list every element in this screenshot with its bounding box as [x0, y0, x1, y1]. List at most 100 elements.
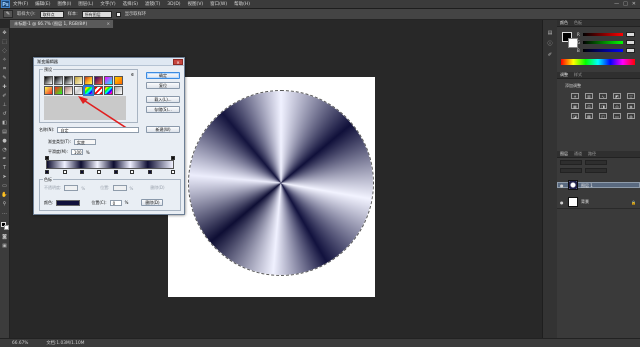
magic-wand-icon[interactable]: ✧ [1, 57, 8, 63]
tab-color[interactable]: 颜色 [560, 20, 568, 26]
document-tab[interactable]: 未标题-1 @ 66.7% (图层 1, RGB/8#) × [10, 20, 114, 28]
show-ring-checkbox[interactable] [115, 11, 121, 17]
close-icon[interactable]: ✕ [173, 59, 183, 65]
preset-swatch[interactable] [74, 76, 83, 85]
reset-button[interactable]: 复位 [146, 82, 180, 89]
vibrance-icon[interactable]: ▽ [627, 93, 635, 99]
eraser-tool-icon[interactable]: ◧ [1, 120, 8, 126]
color-delete-button[interactable]: 删除(D) [141, 199, 164, 206]
crop-tool-icon[interactable]: ⌗ [1, 66, 8, 72]
blur-tool-icon[interactable]: ● [1, 138, 8, 144]
green-slider[interactable] [583, 41, 623, 44]
posterize-icon[interactable]: ▩ [585, 113, 593, 119]
healing-brush-icon[interactable]: ✚ [1, 84, 8, 90]
color-spectrum[interactable] [561, 59, 635, 65]
gradient-preview-bar[interactable] [46, 160, 174, 169]
name-input[interactable]: 自定 [57, 127, 140, 133]
zoom-level[interactable]: 66.67% [12, 341, 28, 346]
invert-icon[interactable]: ◪ [571, 113, 579, 119]
menu-image[interactable]: 图像(I) [57, 1, 71, 7]
type-tool-icon[interactable]: T [1, 165, 8, 171]
color-stop[interactable] [114, 170, 118, 174]
menu-window[interactable]: 窗口(W) [210, 1, 227, 7]
tab-paths[interactable]: 路径 [588, 151, 596, 157]
opacity-field[interactable] [585, 167, 607, 173]
stamp-tool-icon[interactable]: ⊥ [1, 102, 8, 108]
black-white-icon[interactable]: ◨ [599, 103, 607, 109]
tab-channels[interactable]: 通道 [574, 151, 582, 157]
lock-options[interactable] [560, 167, 582, 173]
blend-mode-select[interactable] [585, 159, 607, 165]
brush-tool-icon[interactable]: ✐ [1, 93, 8, 99]
exposure-icon[interactable]: ◩ [613, 93, 621, 99]
brightness-icon[interactable]: ☀ [571, 93, 579, 99]
load-button[interactable]: 载入(L)... [146, 96, 180, 103]
menu-type[interactable]: 文字(Y) [100, 1, 115, 7]
path-select-icon[interactable]: ➤ [1, 174, 8, 180]
color-stop[interactable] [171, 170, 175, 174]
preset-swatch[interactable] [84, 76, 93, 85]
new-button[interactable]: 新建(W) [146, 126, 180, 133]
quick-mask-icon[interactable]: ◙ [1, 234, 8, 240]
preset-swatch[interactable] [94, 76, 103, 85]
tab-styles[interactable]: 样式 [574, 72, 582, 78]
menu-edit[interactable]: 编辑(E) [35, 1, 50, 7]
color-stop[interactable] [130, 170, 134, 174]
smoothness-input[interactable]: 100 [70, 149, 83, 155]
blue-value-field[interactable] [626, 48, 635, 53]
brush-panel-icon[interactable]: ✐ [546, 52, 554, 59]
menu-layer[interactable]: 图层(L) [78, 1, 93, 7]
curves-icon[interactable]: ∿ [599, 93, 607, 99]
tab-adjustments[interactable]: 调整 [560, 72, 568, 78]
visibility-icon[interactable]: ● [560, 183, 565, 188]
eyedropper-tool-icon[interactable]: ✎ [3, 10, 13, 18]
gradient-tool-icon[interactable]: ▤ [1, 129, 8, 135]
dodge-tool-icon[interactable]: ◔ [1, 147, 8, 153]
menu-file[interactable]: 文件(F) [13, 1, 28, 7]
menu-view[interactable]: 视图(V) [188, 1, 204, 7]
color-stop[interactable] [63, 170, 67, 174]
preset-swatch[interactable] [54, 76, 63, 85]
layer-name[interactable]: 背景 [581, 199, 589, 205]
menu-filter[interactable]: 滤镜(T) [145, 1, 160, 7]
marquee-tool-icon[interactable]: ⬚ [1, 39, 8, 45]
preset-swatch[interactable] [64, 76, 73, 85]
save-button[interactable]: 存储(S)... [146, 106, 180, 113]
preset-swatch[interactable] [44, 86, 53, 95]
gear-icon[interactable]: ✲ [131, 72, 134, 77]
stop-color-swatch[interactable] [56, 199, 81, 206]
red-slider[interactable] [583, 33, 623, 36]
layer-kind-filter[interactable] [560, 159, 582, 165]
sample-size-select[interactable]: 取样点 [39, 10, 64, 18]
screen-mode-icon[interactable]: ▣ [1, 243, 8, 249]
gradient-type-select[interactable]: 实底 [73, 139, 96, 145]
preset-swatch[interactable] [64, 86, 73, 95]
photo-filter-icon[interactable]: ◎ [613, 103, 621, 109]
color-stop[interactable] [45, 170, 49, 174]
channel-mixer-icon[interactable]: ◈ [627, 103, 635, 109]
menu-3d[interactable]: 3D(D) [167, 2, 180, 7]
color-swatches[interactable] [0, 222, 9, 231]
history-panel-icon[interactable]: ▤ [546, 30, 554, 37]
zoom-tool-icon[interactable]: ⚲ [1, 201, 8, 207]
visibility-icon[interactable]: ● [560, 200, 565, 205]
color-stop[interactable] [80, 170, 84, 174]
close-icon[interactable]: ✕ [632, 1, 636, 7]
preset-swatch[interactable] [54, 86, 63, 95]
sample-select[interactable]: 所有图层 [81, 10, 112, 18]
levels-icon[interactable]: ▥ [585, 93, 593, 99]
gradient-map-icon[interactable]: ▭ [613, 113, 621, 119]
history-brush-icon[interactable]: ↺ [1, 111, 8, 117]
color-balance-icon[interactable]: ⚖ [585, 103, 593, 109]
hue-saturation-icon[interactable]: ▦ [571, 103, 579, 109]
layer-row[interactable]: ● 图层 1 [557, 180, 640, 190]
preset-swatch[interactable] [104, 76, 113, 85]
menu-select[interactable]: 选择(S) [123, 1, 138, 7]
background-color[interactable] [3, 225, 9, 230]
lasso-tool-icon[interactable]: ◌ [1, 48, 8, 54]
layer-name[interactable]: 图层 1 [581, 183, 593, 188]
minimize-icon[interactable]: — [614, 1, 619, 7]
pen-tool-icon[interactable]: ✒ [1, 156, 8, 162]
layer-row[interactable]: ● 背景 🔒 [557, 196, 640, 209]
blue-slider[interactable] [583, 49, 623, 52]
